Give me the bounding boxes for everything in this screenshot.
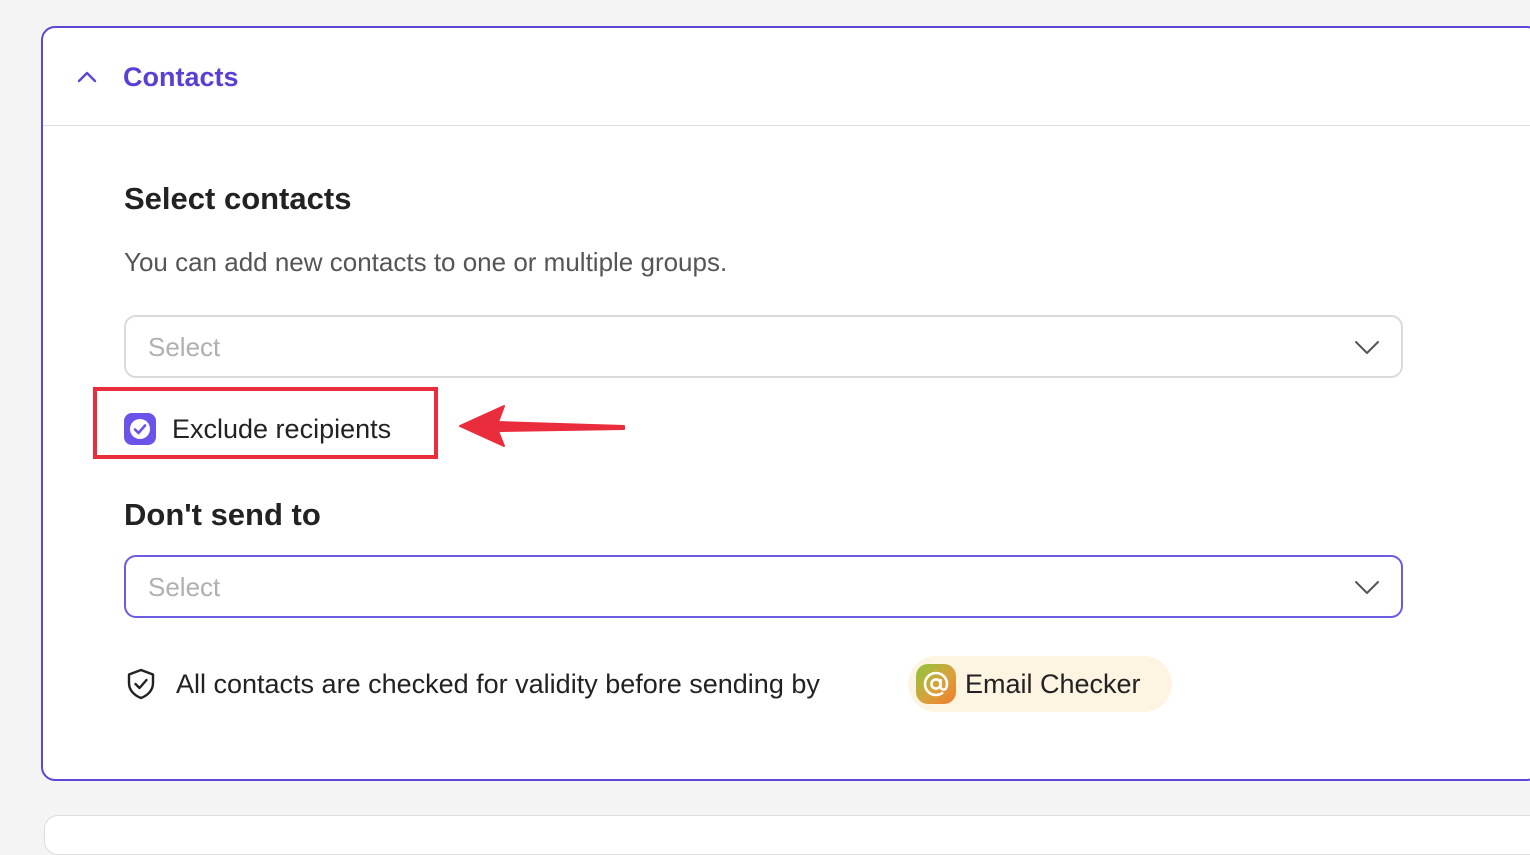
email-checker-logo: [916, 664, 956, 704]
email-checker-badge[interactable]: Email Checker: [908, 656, 1172, 712]
dont-send-to-heading: Don't send to: [124, 497, 321, 532]
next-section-panel: [44, 815, 1530, 855]
dont-send-to-select[interactable]: Select: [124, 555, 1403, 618]
chevron-down-icon: [1355, 341, 1379, 354]
select-contacts-description: You can add new contacts to one or multi…: [124, 247, 728, 277]
chevron-up-icon[interactable]: [75, 68, 99, 84]
contacts-header[interactable]: Contacts: [43, 28, 1530, 126]
email-checker-label[interactable]: Email Checker: [965, 666, 1141, 702]
at-sign-icon: [923, 671, 949, 697]
section-title[interactable]: Contacts: [123, 59, 239, 95]
annotation-highlight-box: [93, 387, 438, 459]
shield-check-icon: [127, 668, 155, 700]
select-placeholder: Select: [148, 332, 221, 362]
select-placeholder: Select: [148, 572, 221, 602]
select-contacts-heading: Select contacts: [124, 181, 352, 216]
chevron-down-icon: [1355, 581, 1379, 594]
validity-notice-text: All contacts are checked for validity be…: [176, 669, 820, 699]
contacts-group-select[interactable]: Select: [124, 315, 1403, 378]
validity-notice: All contacts are checked for validity be…: [124, 656, 1224, 712]
annotation-arrow-icon: [459, 405, 625, 447]
